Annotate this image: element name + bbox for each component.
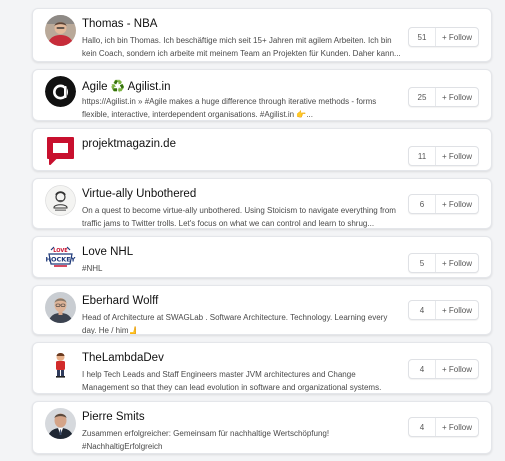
account-description: On a quest to become virtue-ally unbothe… (82, 206, 396, 228)
avatar-virtue-ally[interactable] (45, 185, 76, 216)
account-description: Head of Architecture at SWAGLab . Softwa… (82, 313, 388, 335)
svg-text:LOVE: LOVE (53, 248, 68, 254)
follower-count: 51 (409, 28, 436, 46)
account-name[interactable]: Virtue-ally Unbothered (82, 188, 196, 200)
avatar-eberhard-wolff[interactable] (45, 292, 76, 323)
follow-button[interactable]: + Follow (436, 147, 478, 165)
account-name[interactable]: Eberhard Wolff (82, 295, 158, 307)
follow-button[interactable]: + Follow (436, 301, 478, 319)
account-name[interactable]: Pierre Smits (82, 411, 145, 423)
account-description: Hallo, ich bin Thomas. Ich beschäftige m… (82, 36, 401, 58)
follow-button[interactable]: + Follow (436, 254, 478, 272)
avatar-projektmagazin[interactable] (45, 135, 76, 166)
account-name[interactable]: projektmagazin.de (82, 138, 176, 150)
account-name[interactable]: TheLambdaDev (82, 352, 164, 364)
follow-group: 5 + Follow (408, 253, 479, 273)
follow-button[interactable]: + Follow (436, 88, 478, 106)
account-card[interactable]: Agile ♻️ Agilist.in https://Agilist.in »… (32, 69, 492, 121)
follow-button[interactable]: + Follow (436, 360, 478, 378)
follower-count: 4 (409, 301, 436, 319)
account-card[interactable]: projektmagazin.de 11 + Follow (32, 128, 492, 171)
follower-count: 4 (409, 418, 436, 436)
avatar-love-nhl[interactable]: LOVE HOCKEY (45, 242, 76, 273)
account-card[interactable]: LOVE HOCKEY Love NHL #NHL 5 + Follow (32, 236, 492, 278)
avatar-thelambdadev[interactable] (45, 349, 76, 380)
account-name[interactable]: Thomas - NBA (82, 18, 157, 30)
follow-group: 6 + Follow (408, 194, 479, 214)
follower-count: 5 (409, 254, 436, 272)
account-description: https://Agilist.in » #Agile makes a huge… (82, 97, 377, 119)
follow-button[interactable]: + Follow (436, 195, 478, 213)
account-description: #NHL (82, 264, 103, 273)
account-name[interactable]: Love NHL (82, 246, 133, 258)
account-card[interactable]: Eberhard Wolff Head of Architecture at S… (32, 285, 492, 335)
account-description: Zusammen erfolgreicher: Gemeinsam für na… (82, 429, 330, 451)
follow-button[interactable]: + Follow (436, 418, 478, 436)
avatar-agilist[interactable] (45, 76, 76, 107)
follow-group: 11 + Follow (408, 146, 479, 166)
account-card[interactable]: Thomas - NBA Hallo, ich bin Thomas. Ich … (32, 8, 492, 62)
follower-count: 25 (409, 88, 436, 106)
follow-group: 4 + Follow (408, 359, 479, 379)
account-card[interactable]: Virtue-ally Unbothered On a quest to bec… (32, 178, 492, 229)
account-card[interactable]: Pierre Smits Zusammen erfolgreicher: Gem… (32, 401, 492, 454)
avatar-pierre-smits[interactable] (45, 408, 76, 439)
account-name[interactable]: Agile ♻️ Agilist.in (82, 79, 170, 93)
account-card[interactable]: TheLambdaDev I help Tech Leads and Staff… (32, 342, 492, 394)
follower-count: 4 (409, 360, 436, 378)
avatar-thomas-nba[interactable] (45, 15, 76, 46)
account-description: I help Tech Leads and Staff Engineers ma… (82, 370, 382, 392)
account-list: Thomas - NBA Hallo, ich bin Thomas. Ich … (32, 8, 492, 461)
follow-group: 4 + Follow (408, 417, 479, 437)
follow-group: 4 + Follow (408, 300, 479, 320)
follow-button[interactable]: + Follow (436, 28, 478, 46)
follow-group: 25 + Follow (408, 87, 479, 107)
follower-count: 11 (409, 147, 436, 165)
svg-text:HOCKEY: HOCKEY (46, 256, 76, 264)
follower-count: 6 (409, 195, 436, 213)
follow-group: 51 + Follow (408, 27, 479, 47)
